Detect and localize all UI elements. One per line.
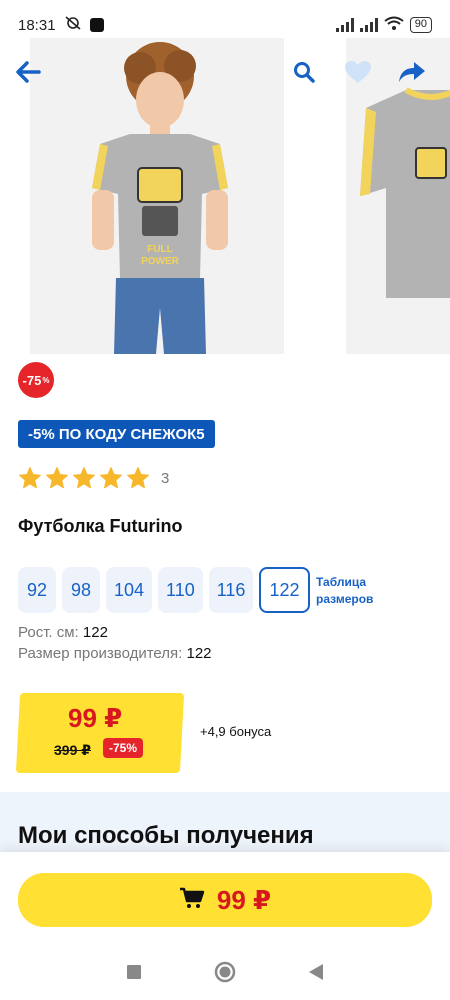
back-arrow-icon: [15, 60, 41, 88]
share-arrow-icon: [398, 60, 426, 89]
alarm-off-icon: [64, 15, 82, 35]
product-gallery[interactable]: FULL POWER: [0, 38, 450, 354]
cart-icon: [179, 887, 205, 914]
favorite-button[interactable]: [338, 54, 378, 94]
discount-badge-value: -75: [22, 372, 42, 388]
bonus-text: +4,9 бонуса: [200, 724, 272, 739]
discount-badge-sign: %: [42, 375, 50, 385]
signal-icon: [359, 18, 378, 32]
product-title: Футболка Futurino: [18, 516, 183, 536]
price-discount-badge: -75%: [103, 738, 144, 758]
recents-icon[interactable]: [126, 964, 142, 985]
manufacturer-size-spec: Размер производителя: 122: [18, 645, 212, 662]
size-table-link[interactable]: Таблица размеров: [316, 574, 396, 608]
promo-code-badge[interactable]: -5% ПО КОДУ СНЕЖОК5: [18, 420, 215, 448]
size-option[interactable]: 98: [62, 567, 100, 613]
system-navigation-bar: [0, 948, 450, 1000]
size-table-link-line1: Таблица: [316, 575, 367, 589]
manufacturer-size-label: Размер производителя:: [18, 645, 183, 662]
manufacturer-size-value: 122: [186, 645, 212, 662]
size-option-selected[interactable]: 122: [259, 567, 310, 613]
size-option[interactable]: 92: [18, 567, 56, 613]
height-label: Рост. см:: [18, 624, 79, 641]
notification-icon: [89, 18, 104, 32]
svg-text:POWER: POWER: [141, 256, 180, 267]
size-option[interactable]: 104: [106, 567, 153, 613]
star-icon: [127, 467, 149, 489]
search-button[interactable]: [284, 54, 324, 94]
old-price: 399 ₽: [54, 742, 91, 758]
star-icon: [100, 467, 122, 489]
svg-text:FULL: FULL: [147, 244, 173, 255]
product-photo[interactable]: FULL POWER: [30, 38, 284, 354]
current-price: 99 ₽: [68, 703, 123, 733]
share-button[interactable]: [392, 54, 432, 94]
battery-icon: 90: [409, 17, 432, 33]
delivery-title: Мои способы получения: [18, 822, 314, 849]
star-icon: [19, 467, 41, 489]
reviews-count: 3: [161, 469, 170, 487]
height-value: 122: [82, 624, 108, 641]
size-option[interactable]: 116: [208, 567, 254, 613]
wifi-icon: [384, 16, 404, 35]
size-option[interactable]: 110: [158, 567, 203, 613]
size-table-link-line2: размеров: [316, 592, 374, 606]
back-nav-icon[interactable]: [308, 963, 324, 986]
size-selector: 92 98 104 110 116 122: [18, 567, 310, 613]
height-spec: Рост. см: 122: [18, 624, 108, 641]
discount-badge: -75%: [18, 362, 54, 398]
rating[interactable]: 3: [18, 466, 169, 490]
back-button[interactable]: [8, 54, 48, 94]
home-icon[interactable]: [214, 961, 236, 988]
signal-icon: [335, 18, 354, 32]
buy-button-price: 99 ₽: [216, 884, 272, 915]
status-time: 18:31: [18, 16, 56, 34]
heart-icon: [344, 60, 372, 89]
star-icon: [73, 467, 95, 489]
add-to-cart-button[interactable]: 99 ₽: [18, 873, 432, 927]
search-icon: [293, 61, 315, 88]
star-icon: [46, 467, 68, 489]
